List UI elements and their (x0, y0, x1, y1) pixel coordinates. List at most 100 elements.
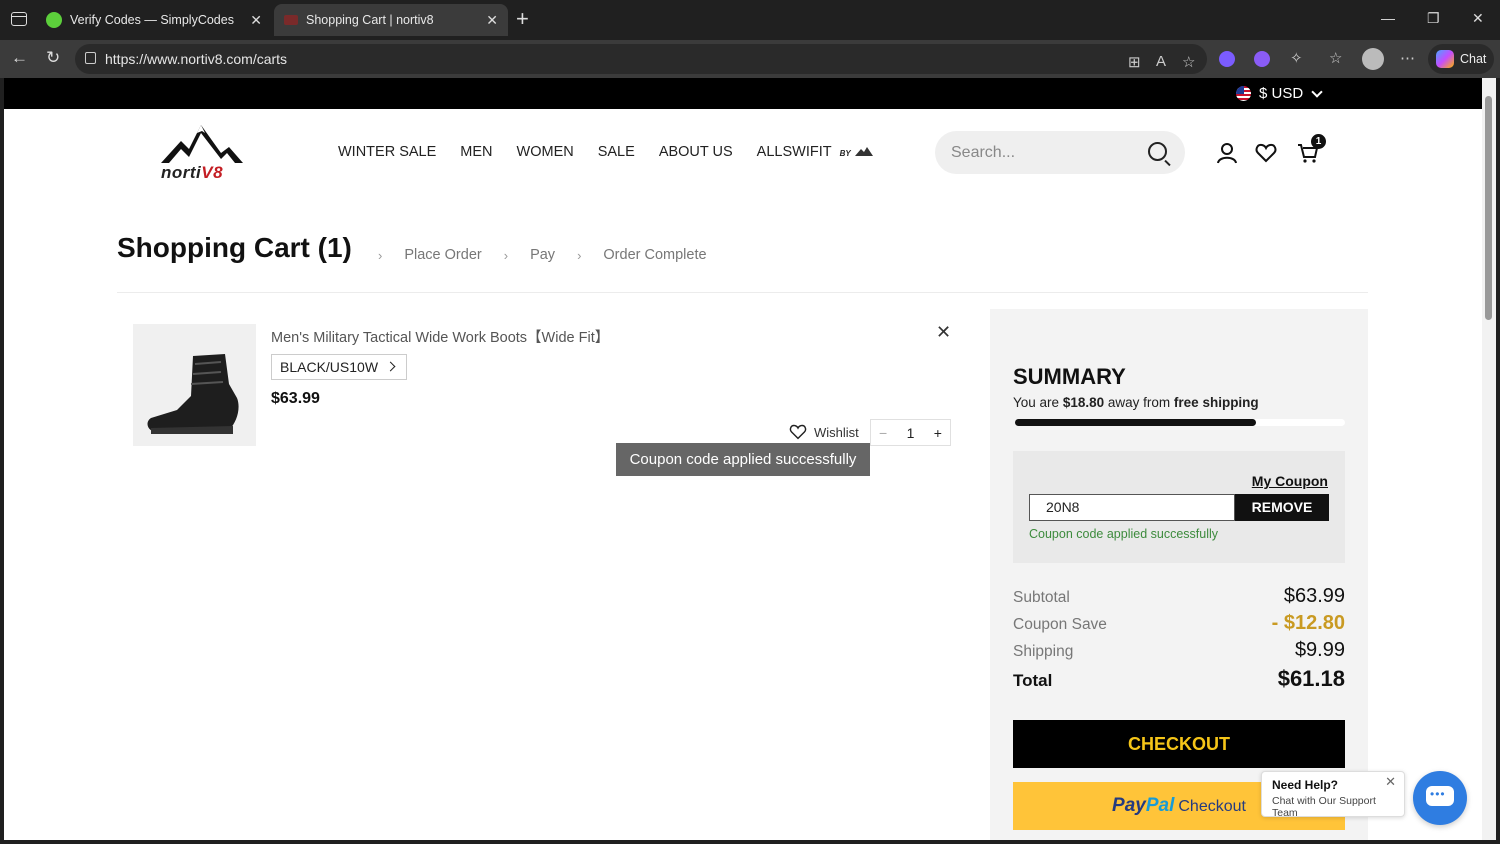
nav-men[interactable]: MEN (460, 144, 492, 160)
tab-shopping-cart[interactable]: Shopping Cart | nortiv8 ✕ (274, 4, 508, 36)
product-image[interactable] (133, 324, 256, 446)
new-tab-icon[interactable]: + (516, 8, 529, 30)
coupon-success-message: Coupon code applied successfully (1029, 527, 1219, 541)
subtotal-value: $63.99 (1283, 585, 1345, 607)
tab-title: Shopping Cart | nortiv8 (306, 13, 434, 27)
simplycodes-favicon-icon (46, 12, 62, 28)
logo-wordmark: nortiV8 (161, 163, 223, 183)
close-help-icon[interactable]: ✕ (1385, 774, 1396, 790)
wishlist-heart-icon[interactable] (1255, 142, 1277, 164)
search-icon[interactable] (1148, 142, 1167, 161)
order-summary: SUMMARY You are $18.80 away from free sh… (990, 309, 1368, 840)
nav-about-us[interactable]: ABOUT US (659, 144, 733, 160)
coupon-section: My Coupon 20N8 REMOVE Coupon code applie… (1013, 451, 1345, 563)
chat-bubble-icon (1426, 786, 1454, 806)
app-available-icon[interactable]: ⊞ (1128, 53, 1141, 71)
chat-label: Chat (1460, 52, 1487, 66)
ship-amount: $18.80 (1062, 395, 1105, 410)
close-tab-icon[interactable]: ✕ (486, 12, 498, 29)
read-aloud-icon[interactable]: A (1156, 53, 1166, 70)
summary-title: SUMMARY (1013, 364, 1126, 389)
total-value: $61.18 (1277, 666, 1345, 691)
mini-mountain-icon (854, 147, 873, 156)
browser-tab-bar: Verify Codes — SimplyCodes ✕ Shopping Ca… (0, 0, 1500, 40)
subtotal-label: Subtotal (1013, 589, 1070, 606)
shipping-progress-fill (1015, 419, 1256, 426)
close-window-icon[interactable]: ✕ (1472, 10, 1484, 27)
variant-selector[interactable]: BLACK/US10W (271, 354, 408, 380)
checkout-steps: › Place Order › Pay › Order Complete (378, 247, 729, 263)
help-subtitle: Chat with Our Support Team (1272, 795, 1376, 819)
extension-icon[interactable] (1254, 51, 1270, 67)
checkout-button[interactable]: CHECKOUT (1013, 720, 1345, 768)
boot-image (147, 354, 239, 434)
ship-mid: away from (1107, 395, 1171, 410)
support-chat-button[interactable] (1413, 771, 1467, 825)
shipping-label: Shipping (1013, 643, 1074, 660)
currency-selector[interactable]: $ USD (1236, 85, 1323, 102)
move-to-wishlist-button[interactable]: Wishlist (789, 424, 859, 440)
quantity-value[interactable]: 1 (907, 425, 915, 441)
web-page: $ USD nortiV8 WINTER SALE MEN WOMEN SALE… (4, 78, 1482, 840)
step-place-order: Place Order (404, 247, 482, 263)
remove-item-icon[interactable]: ✕ (936, 322, 951, 343)
cart-count-badge: 1 (1311, 134, 1326, 149)
tab-title: Verify Codes — SimplyCodes (70, 13, 234, 27)
chevron-right-icon: › (503, 247, 509, 263)
nav-winter-sale[interactable]: WINTER SALE (338, 144, 436, 160)
decrease-quantity-button[interactable]: − (879, 425, 887, 441)
shipping-row: Shipping $9.99 (1013, 639, 1345, 662)
total-row: Total $61.18 (1013, 666, 1345, 692)
chevron-right-icon (385, 361, 396, 372)
remove-coupon-button[interactable]: REMOVE (1235, 494, 1329, 521)
more-menu-icon[interactable]: ⋯ (1400, 49, 1415, 67)
product-price: $63.99 (271, 390, 320, 407)
coupon-save-value: - $12.80 (1271, 612, 1345, 634)
need-help-popup[interactable]: Need Help? Chat with Our Support Team ✕ (1261, 771, 1405, 819)
search-placeholder: Search... (951, 144, 1016, 161)
ship-goal: free shipping (1173, 395, 1259, 410)
page-scrollbar[interactable] (1482, 78, 1496, 840)
tab-actions-icon[interactable] (11, 12, 27, 26)
paypal-checkout-label: Checkout (1178, 798, 1246, 815)
my-coupon-link[interactable]: My Coupon (1252, 473, 1328, 489)
wishlist-label: Wishlist (814, 424, 859, 440)
mountain-logo-icon (161, 125, 243, 163)
subtotal-row: Subtotal $63.99 (1013, 585, 1345, 608)
restore-icon[interactable]: ❐ (1427, 10, 1440, 27)
logo-main-text: norti (161, 163, 202, 182)
currency-label: $ USD (1259, 85, 1304, 102)
copilot-chat-button[interactable]: Chat (1428, 44, 1494, 74)
back-icon[interactable]: ← (11, 48, 28, 68)
address-bar[interactable]: https://www.nortiv8.com/carts ⊞ A ☆ (75, 44, 1207, 74)
coupon-code-field[interactable]: 20N8 (1029, 494, 1235, 521)
profile-avatar-icon[interactable] (1362, 48, 1384, 70)
chevron-down-icon (1311, 85, 1323, 98)
favorite-star-icon[interactable]: ☆ (1182, 53, 1195, 71)
scrollbar-thumb[interactable] (1485, 96, 1492, 320)
chevron-right-icon: › (378, 247, 383, 263)
step-order-complete: Order Complete (603, 247, 707, 263)
coupon-save-row: Coupon Save - $12.80 (1013, 612, 1345, 635)
nav-women[interactable]: WOMEN (517, 144, 574, 160)
extensions-puzzle-icon[interactable]: ✧ (1290, 49, 1303, 67)
shipping-value: $9.99 (1294, 639, 1345, 661)
us-flag-icon (1236, 86, 1251, 101)
account-icon[interactable] (1216, 142, 1238, 164)
nav-sale[interactable]: SALE (598, 144, 635, 160)
variant-label: BLACK/US10W (280, 359, 379, 375)
minimize-icon[interactable]: — (1381, 10, 1395, 26)
search-input[interactable]: Search... (935, 131, 1185, 174)
browser-toolbar: ← ↻ https://www.nortiv8.com/carts ⊞ A ☆ … (0, 40, 1500, 78)
product-name[interactable]: Men's Military Tactical Wide Work Boots【… (271, 326, 609, 347)
close-tab-icon[interactable]: ✕ (250, 12, 262, 29)
nav-allswifit-label: ALLSWIFIT (756, 144, 832, 160)
site-logo[interactable]: nortiV8 (159, 123, 245, 183)
paypal-logo-pay: Pay (1112, 795, 1146, 816)
coupon-extension-icon[interactable] (1219, 51, 1235, 67)
nav-allswifit[interactable]: ALLSWIFIT BY (757, 144, 873, 160)
tab-simplycodes[interactable]: Verify Codes — SimplyCodes ✕ (36, 4, 272, 36)
increase-quantity-button[interactable]: + (934, 425, 942, 441)
favorites-icon[interactable]: ☆ (1329, 49, 1342, 67)
refresh-icon[interactable]: ↻ (46, 48, 60, 68)
